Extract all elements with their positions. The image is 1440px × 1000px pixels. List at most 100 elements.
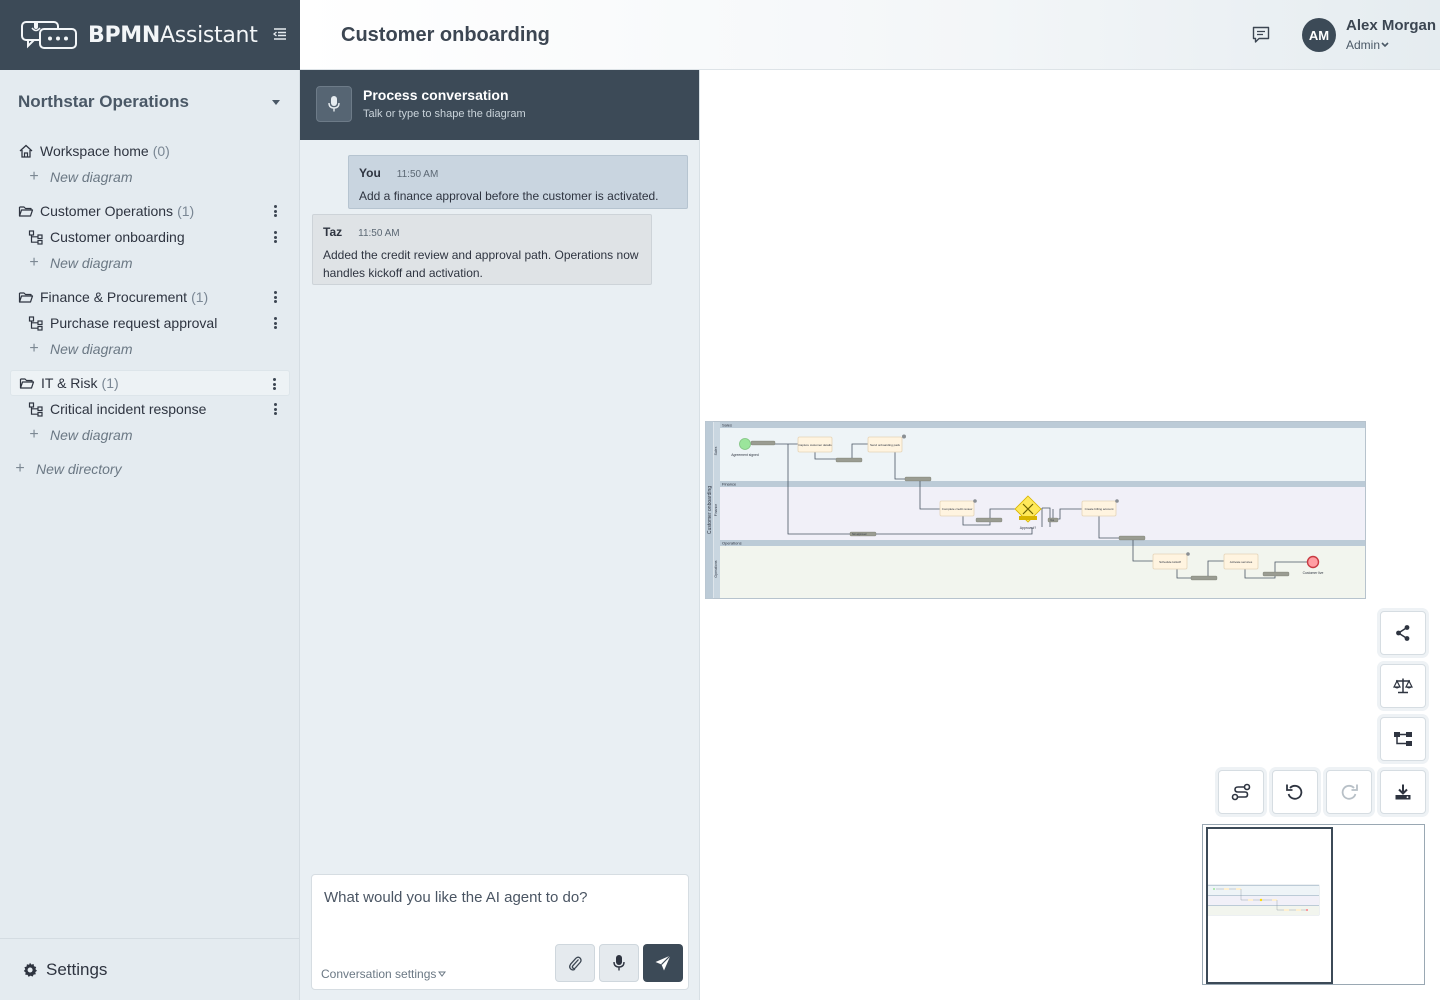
- more-options-icon[interactable]: [269, 376, 279, 392]
- tree-diagram-purchase-request-approval[interactable]: Purchase request approval: [10, 310, 290, 336]
- gateway-label: Approved?: [1020, 526, 1037, 530]
- task-label: Schedule kickoff: [1159, 560, 1181, 564]
- lane-header-sales: [720, 422, 1365, 428]
- directory-tree: Workspace home (0) + New diagram Custome…: [10, 138, 290, 482]
- layout-button[interactable]: [1380, 717, 1426, 761]
- message-text: Added the credit review and approval pat…: [323, 248, 639, 280]
- comment-icon: [1252, 26, 1270, 43]
- hierarchy-icon: [1394, 732, 1412, 746]
- voice-mode-button[interactable]: [316, 86, 352, 122]
- undo-button[interactable]: [1272, 770, 1318, 814]
- item-count: (0): [152, 143, 170, 159]
- minimap-viewport[interactable]: [1206, 827, 1333, 984]
- more-options-icon[interactable]: [270, 203, 280, 219]
- attach-button[interactable]: [555, 944, 595, 982]
- lane-header-finance: [720, 481, 1365, 487]
- lane-side-label: Operations: [714, 560, 718, 577]
- new-diagram-button[interactable]: + New diagram: [10, 250, 290, 276]
- chevron-down-icon: [438, 971, 447, 977]
- scale-icon: [1393, 678, 1413, 694]
- more-options-icon[interactable]: [270, 315, 280, 331]
- tree-directory-label: Customer Operations: [40, 203, 174, 219]
- message-input[interactable]: [312, 875, 688, 935]
- settings-button[interactable]: Settings: [0, 938, 299, 1000]
- minimap[interactable]: [1202, 824, 1425, 985]
- chat-subtitle: Talk or type to shape the diagram: [363, 108, 526, 120]
- plus-icon: +: [15, 460, 25, 477]
- send-icon: [655, 955, 671, 971]
- connect-path-button[interactable]: [1218, 770, 1264, 814]
- item-count: (1): [177, 203, 195, 219]
- message-time: 11:50 AM: [358, 228, 400, 239]
- chat-message-user: You 11:50 AM Add a finance approval befo…: [348, 155, 688, 209]
- lane-side-label: Sales: [714, 446, 718, 455]
- task-label: Send onboarding pack: [870, 443, 901, 447]
- undo-icon: [1286, 784, 1303, 800]
- flow-label-not-approved: Not approved: [852, 533, 867, 536]
- new-diagram-button[interactable]: + New diagram: [10, 164, 290, 190]
- tree-diagram-critical-incident-response[interactable]: Critical incident response: [10, 396, 290, 422]
- plus-icon: +: [29, 426, 39, 443]
- comments-button[interactable]: [1250, 24, 1272, 46]
- tree-directory-label: IT & Risk: [41, 375, 98, 391]
- pool-label: Customer onboarding: [707, 486, 713, 534]
- chevron-down-icon: [1381, 42, 1389, 48]
- avatar[interactable]: AM: [1302, 18, 1336, 52]
- user-name: Alex Morgan: [1346, 17, 1437, 34]
- folder-icon: [19, 375, 35, 391]
- tree-directory-it-risk[interactable]: IT & Risk (1): [10, 370, 290, 396]
- diagram-icon: [28, 401, 44, 417]
- message-composer: Conversation settings: [311, 874, 689, 990]
- microphone-icon: [328, 96, 340, 112]
- send-button[interactable]: [643, 944, 683, 982]
- microphone-button[interactable]: [599, 944, 639, 982]
- gateway-marker-chip: [1019, 516, 1037, 520]
- brand-name-rest: Assistant: [160, 22, 258, 48]
- task-label: Activate services: [1230, 560, 1253, 564]
- tree-directory-finance-procurement[interactable]: Finance & Procurement (1): [10, 284, 290, 310]
- redo-button[interactable]: [1326, 770, 1372, 814]
- sidebar: BPMNAssistant Northstar Operations Works…: [0, 0, 300, 1000]
- download-button[interactable]: [1380, 770, 1426, 814]
- chevron-down-icon: [272, 99, 280, 105]
- bpmn-diagram[interactable]: Customer onboarding Sales Finance Operat…: [705, 421, 1366, 599]
- tree-diagram-label: Critical incident response: [50, 401, 207, 417]
- new-diagram-label: New diagram: [50, 169, 133, 185]
- message-time: 11:50 AM: [396, 169, 439, 180]
- user-role-menu[interactable]: Admin: [1346, 38, 1390, 52]
- conversation-settings-toggle[interactable]: Conversation settings: [321, 967, 448, 981]
- workspace-name: Northstar Operations: [18, 92, 189, 111]
- diagram-icon: [28, 315, 44, 331]
- new-diagram-button[interactable]: + New diagram: [10, 422, 290, 448]
- tree-diagram-customer-onboarding[interactable]: Customer onboarding: [10, 224, 290, 250]
- sidebar-collapse-button[interactable]: [272, 26, 288, 42]
- start-event: [739, 438, 751, 450]
- more-options-icon[interactable]: [270, 401, 280, 417]
- new-diagram-button[interactable]: + New diagram: [10, 336, 290, 362]
- plus-icon: +: [29, 340, 39, 357]
- brand-logo[interactable]: BPMNAssistant: [20, 19, 258, 51]
- end-event-label: Customer live: [1303, 571, 1324, 575]
- diagram-icon: [28, 229, 44, 245]
- start-event-label: Agreement signed: [731, 453, 759, 457]
- more-options-icon[interactable]: [270, 229, 280, 245]
- share-button[interactable]: [1380, 611, 1426, 655]
- compare-button[interactable]: [1380, 664, 1426, 708]
- more-options-icon[interactable]: [270, 289, 280, 305]
- lane-side-label: Finance: [714, 504, 718, 517]
- tree-item-workspace-home[interactable]: Workspace home (0): [10, 138, 290, 164]
- microphone-icon: [613, 955, 625, 971]
- brand-name: BPMNAssistant: [88, 23, 258, 48]
- tree-directory-customer-operations[interactable]: Customer Operations (1): [10, 198, 290, 224]
- share-icon: [1396, 625, 1410, 641]
- sidebar-collapse-icon: [272, 28, 286, 40]
- lane-operations: [714, 540, 1365, 598]
- tree-diagram-label: Customer onboarding: [50, 229, 185, 245]
- route-icon: [1231, 783, 1251, 801]
- home-icon: [18, 143, 34, 159]
- new-diagram-label: New diagram: [50, 427, 133, 443]
- new-directory-button[interactable]: + New directory: [10, 456, 290, 482]
- workspace-selector[interactable]: Northstar Operations: [18, 90, 286, 114]
- task-label: Complete credit review: [942, 507, 973, 511]
- settings-label: Settings: [46, 959, 108, 979]
